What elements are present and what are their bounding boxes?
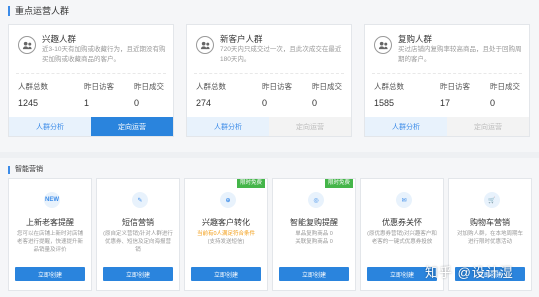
create-button[interactable]: 立即创建 <box>279 267 349 281</box>
stat-orders: 昨日成交 0 <box>490 81 520 108</box>
marketing-desc: 对加购人群，在本地周期车进行限时优惠活动 <box>456 231 523 245</box>
marketing-desc: 当前有0人满足符合条件 (支持发送短信) <box>191 230 261 246</box>
create-button[interactable]: 立即创建 <box>191 267 261 281</box>
free-badge: 限时免费 <box>236 179 265 188</box>
stat-value: 0 <box>134 98 140 108</box>
stat-label: 昨日访客 <box>84 82 114 91</box>
divider <box>16 73 166 74</box>
divider <box>372 73 522 74</box>
stat-value: 1245 <box>18 98 39 108</box>
coupon-icon: ✉ <box>396 192 412 208</box>
users-icon <box>18 36 36 54</box>
watermark-text: 知乎 @设计湿 <box>425 265 514 280</box>
stat-label: 昨日成交 <box>134 82 164 91</box>
stat-value: 0 <box>262 98 268 108</box>
stat-value: 0 <box>312 98 318 108</box>
marketing-desc: 您可以在店铺上新时对店铺老客进行提醒，快速提升新品销量及评价 <box>16 231 83 253</box>
key-audience-panel: 重点运营人群 兴趣人群 近3-10天有加购或收藏行为，且近期没有购买加购或收藏商… <box>0 0 539 152</box>
section-title-key-audience: 重点运营人群 <box>8 6 69 16</box>
stat-value: 1 <box>84 98 90 108</box>
stat-label: 人群总数 <box>18 82 48 91</box>
stat-value: 274 <box>196 98 212 108</box>
stat-label: 昨日访客 <box>262 82 292 91</box>
marketing-name: 兴趣客户转化 <box>202 218 250 227</box>
marketing-name: 短信营销 <box>122 218 154 227</box>
stat-orders: 昨日成交 0 <box>312 81 342 108</box>
marketing-card-interest-conversion: 限时免费 ⊕ 兴趣客户转化 当前有0人满足符合条件 (支持发送短信) 立即创建 <box>184 178 268 291</box>
stat-visitors: 昨日访客 1 <box>84 81 114 108</box>
stat-label: 人群总数 <box>374 82 404 91</box>
audience-name: 复购人群 <box>398 34 433 44</box>
marketing-name: 购物车营销 <box>470 218 510 227</box>
audience-desc: 近3-10天有加购或收藏行为，且近期没有购买加购或收藏商品的客户。 <box>42 46 166 63</box>
sms-icon: ✎ <box>132 192 148 208</box>
marketing-card-sms: ✎ 短信营销 (原自定义营销)针对人群进行优惠券、短信及定向海报营销 立即创建 <box>96 178 180 291</box>
create-button[interactable]: 立即创建 <box>15 267 85 281</box>
section-title-smart-marketing: 智能营销 <box>8 166 43 174</box>
divider <box>194 73 344 74</box>
stat-visitors: 昨日访客 0 <box>262 81 292 108</box>
users-icon <box>196 36 214 54</box>
audience-analysis-button[interactable]: 人群分析 <box>9 117 91 136</box>
audience-desc: 720天内只成交过一次，且此次成交在最近180天内。 <box>220 46 342 63</box>
repurchase-icon: ◎ <box>308 192 324 208</box>
audience-analysis-button[interactable]: 人群分析 <box>187 117 269 136</box>
stat-value: 17 <box>440 98 451 108</box>
create-button[interactable]: 立即创建 <box>103 267 173 281</box>
audience-card-repurchase: 复购人群 买过店铺内复购率较高商品，且处于回购周期的客户。 人群总数 1585 … <box>364 24 530 137</box>
targeted-operation-button: 定向运营 <box>447 117 529 136</box>
audience-name: 新客户人群 <box>220 34 263 44</box>
audience-desc: 买过店铺内复购率较高商品，且处于回购周期的客户。 <box>398 46 522 63</box>
free-badge: 限时免费 <box>324 179 353 188</box>
stat-label: 昨日访客 <box>440 82 470 91</box>
audience-card-interest: 兴趣人群 近3-10天有加购或收藏行为，且近期没有购买加购或收藏商品的客户。 人… <box>8 24 174 137</box>
stat-value: 1585 <box>374 98 395 108</box>
audience-name: 兴趣人群 <box>42 34 77 44</box>
marketing-card-new-arrival: NEW 上新老客提醒 您可以在店铺上新时对店铺老客进行提醒，快速提升新品销量及评… <box>8 178 92 291</box>
marketing-name: 上新老客提醒 <box>26 218 74 227</box>
stat-total: 人群总数 1585 <box>374 81 404 108</box>
stat-total: 人群总数 1245 <box>18 81 48 108</box>
stat-label: 昨日成交 <box>312 82 342 91</box>
marketing-name: 优惠券关怀 <box>382 218 422 227</box>
stat-total: 人群总数 274 <box>196 81 226 108</box>
stat-visitors: 昨日访客 17 <box>440 81 470 108</box>
marketing-desc: 单品复购商品 0 关联复购商品 0 <box>295 231 333 245</box>
targeted-operation-button: 定向运营 <box>269 117 351 136</box>
stat-label: 人群总数 <box>196 82 226 91</box>
stat-orders: 昨日成交 0 <box>134 81 164 108</box>
marketing-desc: (原自定义营销)针对人群进行优惠券、短信及定向海报营销 <box>103 231 173 253</box>
new-icon: NEW <box>44 192 60 208</box>
highlight-text: 当前有0人满足符合条件 <box>196 231 256 237</box>
stat-label: 昨日成交 <box>490 82 520 91</box>
marketing-desc: (原优惠券营销)对兴趣客户和老客的一键式优惠券投放 <box>367 231 437 245</box>
audience-card-new-customers: 新客户人群 720天内只成交过一次，且此次成交在最近180天内。 人群总数 27… <box>186 24 352 137</box>
interest-icon: ⊕ <box>220 192 236 208</box>
stat-value: 0 <box>490 98 496 108</box>
users-icon <box>374 36 392 54</box>
targeted-operation-button[interactable]: 定向运营 <box>91 117 173 136</box>
marketing-card-smart-repurchase: 限时免费 ◎ 智能复购提醒 单品复购商品 0 关联复购商品 0 立即创建 <box>272 178 356 291</box>
cart-icon: 🛒 <box>484 192 500 208</box>
audience-analysis-button[interactable]: 人群分析 <box>365 117 447 136</box>
marketing-name: 智能复购提醒 <box>290 218 338 227</box>
